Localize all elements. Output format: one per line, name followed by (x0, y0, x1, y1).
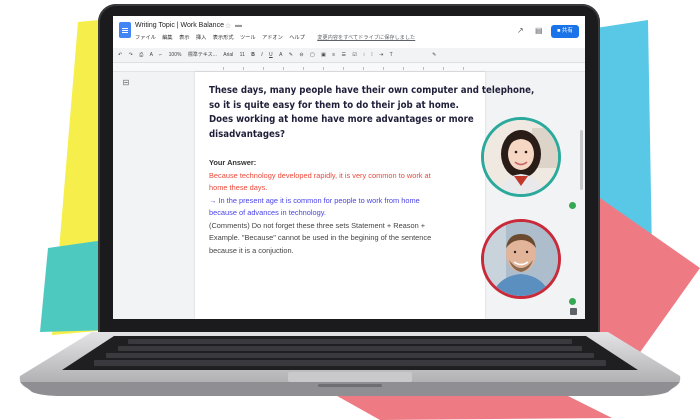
ruler (113, 63, 585, 72)
outline-icon[interactable]: ⊟ (121, 78, 131, 88)
star-icon[interactable]: ☆ (225, 22, 231, 30)
menu-bar: ファイル 編集 表示 挿入 表示形式 ツール アドオン ヘルプ 変更内容をすべて… (135, 34, 420, 41)
folder-icon[interactable]: ▬ (235, 22, 242, 29)
paint-format-icon[interactable]: ⌐ (159, 48, 162, 62)
share-button[interactable]: ■ 共有 (551, 25, 579, 38)
comment-line: (Comments) Do not forget these three set… (209, 220, 426, 230)
undo-icon[interactable]: ↶ (118, 48, 122, 62)
lock-icon: ■ (557, 28, 561, 34)
menu-insert[interactable]: 挿入 (196, 35, 206, 41)
online-status-icon (569, 298, 576, 305)
laptop-base (19, 332, 681, 396)
menu-addons[interactable]: アドオン (262, 35, 283, 41)
list-icon[interactable]: ⁝ (363, 48, 365, 62)
pencil-icon[interactable]: ✎ (432, 48, 436, 62)
font-size-select[interactable]: 11 (240, 48, 245, 62)
document-page[interactable]: These days, many people have their own c… (195, 72, 535, 319)
numbered-list-icon[interactable]: ⁞ (371, 48, 372, 62)
style-select[interactable]: 標準テキス... (188, 48, 217, 62)
spellcheck-icon[interactable]: A (150, 48, 153, 62)
bold-icon[interactable]: B (251, 48, 255, 62)
avatar-teacher-female[interactable] (481, 117, 561, 197)
pink-shape-lower (330, 392, 612, 420)
line-spacing-icon[interactable]: ☰ (342, 48, 346, 62)
comment-line: because it is a conjuction. (209, 245, 294, 255)
comment-line: Example. "Because" cannot be used in the… (209, 233, 432, 242)
menu-edit[interactable]: 編集 (162, 35, 172, 41)
clear-format-icon[interactable]: T (390, 48, 393, 62)
link-icon[interactable]: ⊖ (299, 48, 303, 62)
underline-icon[interactable]: U (269, 48, 273, 62)
avatar-teacher-male[interactable] (481, 219, 561, 299)
female-portrait-image (484, 120, 558, 194)
student-answer-line: Because technology developed rapidly, it… (209, 170, 431, 180)
comment-icon[interactable]: ▤ (535, 26, 543, 35)
heading-line: These days, many people have their own c… (209, 85, 535, 96)
student-answer-line: home these days. (209, 183, 268, 192)
redo-icon[interactable]: ↷ (129, 48, 133, 62)
answer-block: Your Answer: Because technology develope… (209, 157, 479, 257)
answer-label: Your Answer: (209, 158, 257, 167)
text-color-icon[interactable]: A (279, 48, 282, 62)
share-label: 共有 (561, 28, 573, 34)
online-status-icon (569, 202, 576, 209)
question-heading: These days, many people have their own c… (209, 84, 535, 142)
corrected-answer-line: because of advances in technology. (209, 208, 326, 217)
menu-help[interactable]: ヘルプ (289, 35, 305, 41)
zoom-select[interactable]: 100% (169, 48, 182, 62)
highlight-icon[interactable]: ✎ (289, 48, 293, 62)
document-title[interactable]: Writing Topic | Work Balance (135, 22, 224, 29)
indent-icon[interactable]: ⇥ (379, 48, 383, 62)
save-status[interactable]: 変更内容をすべてドライブに保存しました (317, 35, 415, 41)
image-icon[interactable]: ▣ (321, 48, 326, 62)
side-panel-toggle-icon[interactable] (570, 308, 577, 315)
scrollbar[interactable] (580, 130, 583, 190)
corrected-answer-line: → In the present age it is common for pe… (209, 195, 420, 205)
align-icon[interactable]: ≡ (332, 48, 335, 62)
heading-line: disadvantages? (209, 128, 286, 140)
docs-titlebar: Writing Topic | Work Balance ☆ ▬ ファイル 編集… (113, 16, 585, 48)
heading-line: Does working at home have more advantage… (209, 114, 474, 126)
menu-format[interactable]: 表示形式 (213, 35, 234, 41)
heading-line: so it is quite easy for them to do their… (209, 99, 459, 111)
trend-icon[interactable]: ↗ (517, 26, 524, 35)
formatting-toolbar: ↶ ↷ ⎙ A ⌐ 100% 標準テキス... Arial 11 B I U A… (113, 48, 585, 63)
docs-icon[interactable] (119, 22, 131, 38)
font-select[interactable]: Arial (223, 48, 233, 62)
print-icon[interactable]: ⎙ (139, 48, 143, 62)
checklist-icon[interactable]: ☑ (352, 48, 356, 62)
menu-tools[interactable]: ツール (240, 35, 256, 41)
italic-icon[interactable]: I (261, 48, 262, 62)
menu-view[interactable]: 表示 (179, 35, 189, 41)
male-portrait-image (484, 222, 558, 296)
comment-add-icon[interactable]: ▢ (310, 48, 315, 62)
menu-file[interactable]: ファイル (135, 35, 156, 41)
